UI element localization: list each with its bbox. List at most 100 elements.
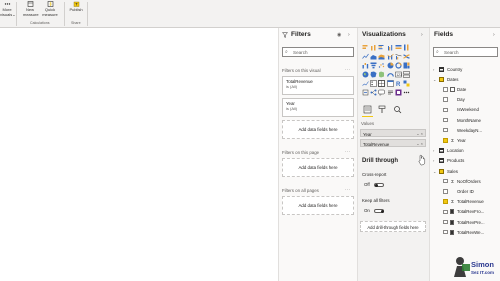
more-visuals-icon[interactable] (403, 89, 410, 96)
pie-chart-icon[interactable] (387, 62, 394, 69)
format-paint-roller-icon[interactable] (378, 105, 387, 114)
report-filters-dropzone[interactable]: Add data fields here (282, 196, 354, 215)
remove-icon[interactable]: ⌄ × (416, 141, 423, 146)
qa-visual-icon[interactable] (378, 89, 386, 96)
map-icon[interactable] (362, 71, 369, 78)
chevron-right-icon[interactable]: › (433, 148, 434, 153)
field-checkbox[interactable] (443, 107, 448, 113)
more-options-icon[interactable]: ··· (345, 187, 350, 192)
values-well-item[interactable]: TotalRevenue ⌄ × (360, 139, 426, 147)
field-row[interactable]: TotalRevFro... (430, 208, 500, 216)
values-well-item[interactable]: Year ⌄ × (360, 129, 426, 137)
field-row[interactable]: Order ID (430, 187, 500, 195)
visual-filters-dropzone[interactable]: Add data fields here (282, 120, 354, 139)
chevron-right-icon[interactable]: › (433, 158, 434, 163)
waterfall-chart-icon[interactable] (362, 62, 369, 69)
field-table-row[interactable]: ⌄ Sales (430, 167, 500, 175)
page-filters-dropzone[interactable]: Add data fields here (282, 158, 354, 177)
slicer-icon[interactable] (370, 80, 377, 87)
scatter-chart-icon[interactable] (378, 62, 385, 69)
collapse-chevron-icon[interactable]: › (493, 32, 495, 38)
area-chart-icon[interactable] (370, 53, 377, 60)
r-script-visual-icon[interactable]: R (395, 80, 402, 87)
field-row[interactable]: Σ TotalRevenue (430, 198, 500, 206)
field-row[interactable]: MonthName (430, 116, 500, 124)
chevron-down-icon[interactable]: ⌄ (433, 169, 436, 174)
field-row[interactable]: Day (430, 96, 500, 104)
field-checkbox[interactable] (443, 219, 448, 225)
table-icon[interactable] (378, 80, 386, 87)
field-checkbox[interactable] (443, 199, 448, 204)
key-influencers-icon[interactable] (362, 89, 369, 96)
field-row[interactable]: Σ NoOfOrders (430, 177, 500, 185)
cross-report-toggle[interactable] (374, 183, 384, 187)
chevron-down-icon[interactable]: ⌄ (433, 77, 436, 82)
field-row[interactable]: Date (430, 85, 500, 93)
field-checkbox[interactable] (443, 138, 448, 143)
analytics-magnifier-icon[interactable] (393, 105, 402, 114)
field-checkbox[interactable] (443, 127, 448, 133)
clustered-bar-chart-icon[interactable] (378, 44, 385, 51)
filter-card-year[interactable]: Year is (All) (282, 98, 354, 117)
quick-measure-button[interactable]: Quick measure (39, 0, 61, 17)
more-options-icon[interactable]: ··· (345, 67, 350, 72)
smart-narrative-icon[interactable] (387, 89, 394, 96)
field-row[interactable]: TotalRevWe... (430, 228, 500, 236)
new-measure-button[interactable]: New measure (23, 0, 39, 17)
field-row[interactable]: WeekdayN... (430, 126, 500, 134)
kpi-icon[interactable] (362, 80, 369, 87)
field-checkbox[interactable] (443, 178, 448, 184)
field-table-row[interactable]: › Location (430, 147, 500, 155)
field-checkbox[interactable] (443, 87, 448, 92)
field-checkbox[interactable] (443, 117, 448, 123)
remove-icon[interactable]: ⌄ × (416, 131, 423, 136)
more-visuals-button[interactable]: More visuals⌄ (0, 0, 16, 17)
field-table-row[interactable]: › Products (430, 157, 500, 165)
more-options-icon[interactable]: ··· (345, 149, 350, 154)
field-table-row[interactable]: › Country (430, 65, 500, 73)
multi-row-card-icon[interactable] (403, 71, 410, 78)
ribbon-chart-icon[interactable] (403, 53, 410, 60)
field-checkbox[interactable] (443, 229, 448, 235)
stacked-area-chart-icon[interactable] (378, 53, 385, 60)
keep-all-filters-toggle[interactable] (374, 209, 384, 213)
field-label: IsWeekend (457, 107, 479, 113)
chevron-right-icon[interactable]: › (433, 67, 434, 72)
field-row[interactable]: IsWeekend (430, 106, 500, 114)
funnel-chart-icon[interactable] (370, 62, 377, 69)
eye-icon[interactable]: ◉ (337, 32, 341, 38)
fields-tab-icon[interactable] (363, 105, 372, 114)
filled-map-icon[interactable] (370, 71, 377, 78)
filter-card-totalrevenue[interactable]: TotalRevenue is (All) (282, 76, 354, 95)
treemap-icon[interactable] (403, 62, 410, 69)
custom-visual-icon[interactable] (395, 89, 402, 96)
filters-search-input[interactable]: ⌕ Search (282, 47, 354, 57)
decomposition-tree-icon[interactable] (370, 89, 377, 96)
clustered-column-chart-icon[interactable] (387, 44, 394, 51)
field-row[interactable]: TotalRevPre... (430, 218, 500, 226)
donut-chart-icon[interactable] (395, 62, 402, 69)
line-and-column-chart-icon[interactable] (386, 53, 394, 60)
python-visual-icon[interactable] (403, 80, 410, 87)
matrix-icon[interactable] (386, 80, 394, 87)
fields-search-input[interactable]: ⌕ Search (433, 47, 498, 57)
stacked-bar-chart-icon[interactable] (362, 44, 369, 51)
field-checkbox[interactable] (443, 97, 448, 102)
line-chart-icon[interactable] (362, 53, 369, 60)
field-checkbox[interactable] (443, 209, 448, 215)
100-stacked-bar-chart-icon[interactable] (395, 44, 402, 51)
field-table-row[interactable]: ⌄ Dates (430, 75, 500, 83)
report-canvas[interactable] (0, 28, 278, 281)
card-icon[interactable]: 123 (395, 71, 402, 78)
field-checkbox[interactable] (443, 189, 448, 194)
collapse-chevron-icon[interactable]: › (421, 32, 423, 38)
collapse-chevron-icon[interactable]: › (348, 32, 350, 38)
publish-button[interactable]: Publish (67, 0, 85, 13)
stacked-column-chart-icon[interactable] (370, 44, 377, 51)
field-row[interactable]: Σ Year (430, 136, 500, 144)
line-and-clustered-column-icon[interactable] (395, 53, 402, 60)
drill-through-dropzone[interactable]: Add drill-through fields here (360, 221, 426, 232)
shape-map-icon[interactable] (378, 71, 385, 78)
gauge-icon[interactable] (386, 71, 394, 78)
100-stacked-column-chart-icon[interactable] (403, 44, 410, 51)
